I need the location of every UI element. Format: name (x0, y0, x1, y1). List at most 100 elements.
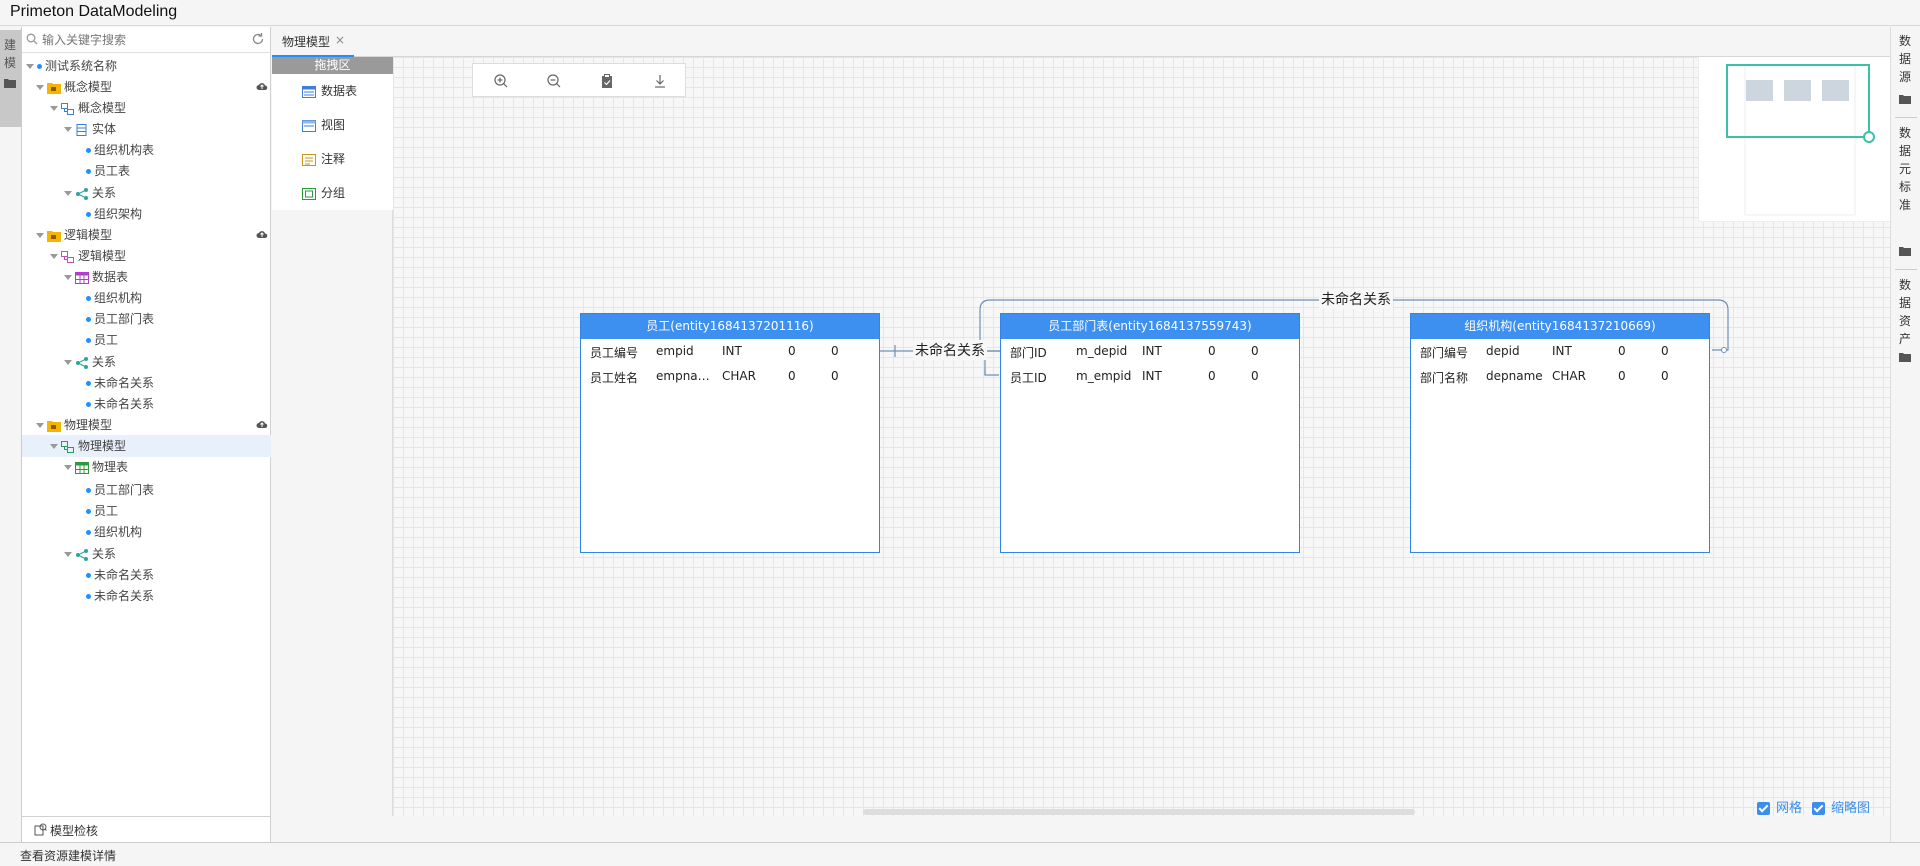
zoom-out-icon[interactable] (546, 73, 562, 89)
clipboard-icon[interactable] (599, 73, 615, 89)
minimap-resize-handle[interactable] (1863, 131, 1875, 143)
tree-item[interactable]: 员工部门表 (86, 479, 154, 501)
tree-item-label: 未命名关系 (94, 568, 155, 582)
folder-icon (1899, 95, 1911, 104)
field-type: INT (722, 344, 742, 358)
tree-group-logical[interactable]: 逻辑模型 (36, 224, 268, 246)
tree-folder-datatable[interactable]: 数据表 (64, 266, 128, 288)
side-tab-datasource[interactable]: 数据源 (1891, 27, 1920, 112)
tree-model-physical[interactable]: 物理模型 (22, 435, 271, 457)
tree-item[interactable]: 员工 (86, 500, 118, 522)
palette-item-label: 视图 (321, 118, 346, 132)
modeling-side-tab[interactable]: 建模 (0, 30, 21, 127)
palette-item-comment[interactable]: 注释 (302, 149, 345, 169)
chevron-down-icon[interactable] (36, 85, 44, 90)
chevron-down-icon[interactable] (64, 360, 72, 365)
horizontal-scrollbar[interactable] (863, 809, 1415, 815)
tree-model-physical-label: 物理模型 (78, 439, 127, 453)
side-tab-data-asset[interactable]: 数据资产 (1891, 271, 1920, 371)
entity-row[interactable]: 员工ID m_empid INT 0 0 (1001, 364, 1299, 389)
checkbox-checked-icon[interactable] (1812, 802, 1825, 815)
entity-row[interactable]: 员工编号 empid INT 0 0 (581, 339, 879, 364)
tree-item[interactable]: 组织架构 (86, 203, 142, 225)
field-comment: 员工姓名 (590, 371, 639, 385)
tree-item[interactable]: 未命名关系 (86, 372, 154, 394)
refresh-icon[interactable] (251, 32, 265, 46)
tree-item-label: 组织机构表 (94, 143, 155, 157)
palette-item-group[interactable]: 分组 (302, 183, 345, 203)
checkbox-checked-icon[interactable] (1757, 802, 1770, 815)
chevron-down-icon[interactable] (50, 444, 58, 449)
tree-item[interactable]: 未命名关系 (86, 393, 154, 415)
field-name: depname (1486, 369, 1543, 383)
tree-group-conceptual[interactable]: 概念模型 (36, 76, 268, 98)
editor-tab-bar: 物理模型 × (272, 27, 1890, 57)
tree-item-label: 员工 (94, 333, 119, 347)
left-tool-strip: 建模 (0, 27, 22, 842)
entity-row[interactable]: 部门名称 depname CHAR 0 0 (1411, 364, 1709, 389)
grid-checkbox[interactable]: 网格 (1757, 797, 1802, 816)
entity-row[interactable]: 部门ID m_depid INT 0 0 (1001, 339, 1299, 364)
tree-search-input[interactable] (42, 31, 242, 49)
entity-employee[interactable]: 员工(entity1684137201116) 员工编号 empid INT 0… (580, 313, 880, 553)
tree-folder-physical-table[interactable]: 物理表 (64, 456, 128, 478)
side-tab-data-element-standard[interactable]: 数据元标准 (1891, 119, 1920, 264)
tree-model-logical[interactable]: 逻辑模型 (50, 245, 126, 267)
tree-item[interactable]: 员工部门表 (86, 308, 154, 330)
close-icon[interactable]: × (335, 33, 345, 47)
chevron-down-icon[interactable] (36, 423, 44, 428)
chevron-down-icon[interactable] (64, 275, 72, 280)
minimap[interactable] (1698, 57, 1890, 222)
chevron-down-icon[interactable] (64, 191, 72, 196)
model-check-bar[interactable]: 模型检核 (22, 816, 271, 842)
field-comment: 部门ID (1010, 346, 1047, 360)
palette-item-datatable[interactable]: 数据表 (302, 81, 357, 101)
tree-item-label: 员工表 (94, 164, 131, 178)
status-bar: 查看资源建模详情 (0, 842, 1920, 866)
tree-group-physical[interactable]: 物理模型 (36, 414, 268, 436)
tree-model-conceptual[interactable]: 概念模型 (50, 97, 126, 119)
divider (1895, 117, 1917, 118)
chevron-down-icon[interactable] (50, 106, 58, 111)
entity-row[interactable]: 员工姓名 empna… CHAR 0 0 (581, 364, 879, 389)
cloud-upload-icon[interactable] (256, 419, 268, 429)
tree-item[interactable]: 组织机构 (86, 521, 142, 543)
tree-folder-relation[interactable]: 关系 (64, 182, 116, 204)
entity-organization[interactable]: 组织机构(entity1684137210669) 部门编号 depid INT… (1410, 313, 1710, 553)
tree-root[interactable]: 测试系统名称 (26, 55, 117, 77)
chevron-down-icon[interactable] (64, 127, 72, 132)
relation-label-1[interactable]: 未命名关系 (913, 340, 987, 360)
tree-item[interactable]: 未命名关系 (86, 585, 154, 607)
field-length: 0 (788, 344, 796, 358)
tree-item[interactable]: 组织机构表 (86, 139, 154, 161)
tree-folder-relation[interactable]: 关系 (64, 543, 116, 565)
entity-row[interactable]: 部门编号 depid INT 0 0 (1411, 339, 1709, 364)
cloud-upload-icon[interactable] (256, 81, 268, 91)
chevron-down-icon[interactable] (36, 233, 44, 238)
zoom-in-icon[interactable] (493, 73, 509, 89)
tree-folder-relation[interactable]: 关系 (64, 351, 116, 373)
relation-label-2[interactable]: 未命名关系 (1319, 289, 1393, 309)
tree-item[interactable]: 未命名关系 (86, 564, 154, 586)
tab-physical-model[interactable]: 物理模型 × (272, 27, 354, 57)
field-type: CHAR (1552, 369, 1586, 383)
tree-item[interactable]: 员工表 (86, 160, 130, 182)
chevron-down-icon[interactable] (50, 254, 58, 259)
tree-folder-entity[interactable]: 实体 (64, 118, 116, 140)
palette-item-view[interactable]: 视图 (302, 115, 345, 135)
tree-item-label: 员工部门表 (94, 312, 155, 326)
chevron-down-icon[interactable] (64, 465, 72, 470)
chevron-down-icon[interactable] (64, 552, 72, 557)
chevron-down-icon[interactable] (26, 64, 34, 69)
thumbnail-checkbox[interactable]: 缩略图 (1812, 797, 1870, 816)
field-comment: 部门编号 (1420, 346, 1469, 360)
side-tab-datasource-label: 数据源 (1899, 34, 1912, 84)
field-length: 0 (1618, 344, 1626, 358)
tree-item[interactable]: 组织机构 (86, 287, 142, 309)
status-text[interactable]: 查看资源建模详情 (20, 847, 116, 864)
entity-employee-department[interactable]: 员工部门表(entity1684137559743) 部门ID m_depid … (1000, 313, 1300, 553)
tree-item[interactable]: 员工 (86, 329, 118, 351)
download-icon[interactable] (652, 73, 668, 89)
tree-item-label: 组织架构 (94, 207, 143, 221)
cloud-upload-icon[interactable] (256, 229, 268, 239)
